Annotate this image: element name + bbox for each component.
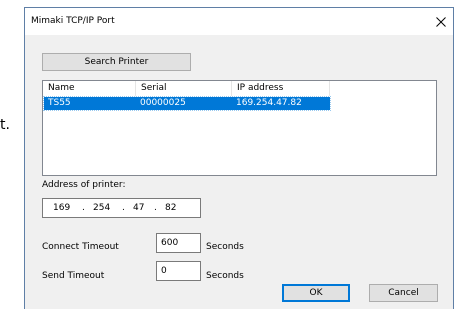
close-icon [436,17,446,27]
connect-timeout-label: Connect Timeout [42,242,119,252]
connect-timeout-unit: Seconds [206,242,244,252]
ip-octet-1[interactable]: 169 [53,203,70,214]
printer-ip-cell: 169.254.47.82 [236,98,302,108]
cancel-button[interactable]: Cancel [369,284,438,302]
send-timeout-input[interactable]: 0 [156,261,201,281]
ip-separator: . [154,203,157,213]
send-timeout-unit: Seconds [206,271,244,281]
dialog-content: Search Printer Name Serial IP address TS… [25,35,453,309]
dialog-title: Mimaki TCP/IP Port [31,16,115,26]
printer-serial-cell: 00000025 [140,98,186,108]
column-header-serial[interactable]: Serial [136,81,232,96]
connect-timeout-input[interactable]: 600 [156,233,201,253]
mimaki-tcpip-port-dialog: Mimaki TCP/IP Port Search Printer Name S… [24,7,454,309]
ip-octet-2[interactable]: 254 [93,203,110,214]
ip-octet-4[interactable]: 82 [165,203,176,214]
address-of-printer-label: Address of printer: [42,180,126,190]
ip-octet-3[interactable]: 47 [133,203,144,214]
send-timeout-label: Send Timeout [42,271,105,281]
printer-name-cell: TS55 [48,98,71,108]
column-header-name[interactable]: Name [43,81,136,96]
close-button[interactable] [429,8,453,35]
ip-address-field[interactable]: 169 . 254 . 47 . 82 [42,198,201,218]
ok-button[interactable]: OK [282,284,350,302]
printer-list-header: Name Serial IP address [43,81,436,96]
background-window-text: t. [0,117,10,133]
title-bar: Mimaki TCP/IP Port [25,8,453,35]
printer-row-selected[interactable]: TS55 00000025 169.254.47.82 [43,96,331,111]
ip-separator: . [82,203,85,213]
printer-list[interactable]: Name Serial IP address TS55 00000025 169… [42,80,437,176]
ip-separator: . [122,203,125,213]
search-printer-button[interactable]: Search Printer [42,53,191,71]
screen: t. Mimaki TCP/IP Port Search Printer Nam… [0,0,456,309]
column-header-ip-address[interactable]: IP address [232,81,330,96]
